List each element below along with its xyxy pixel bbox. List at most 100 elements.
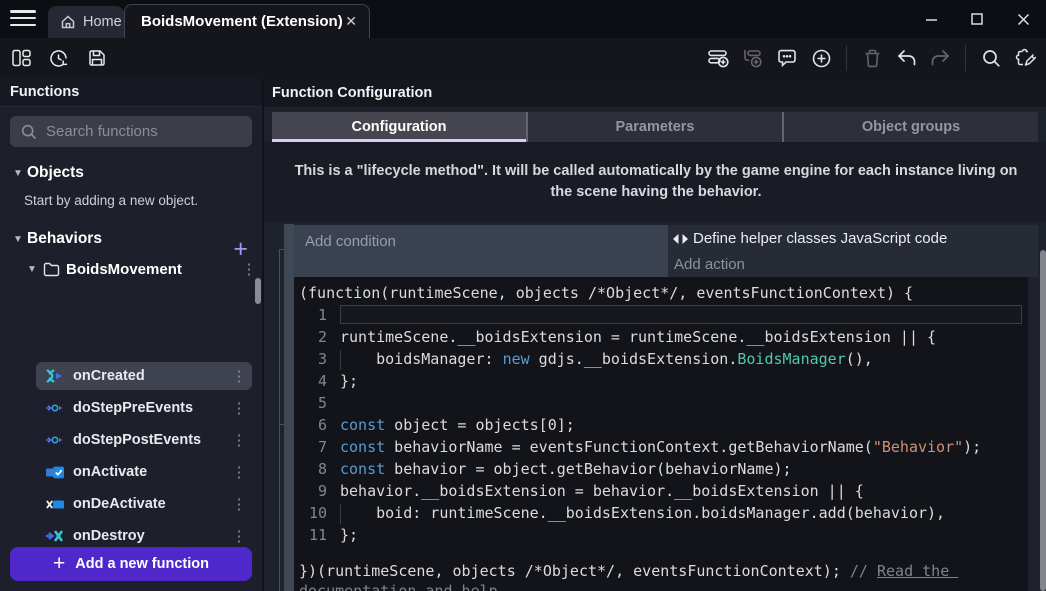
kebab-menu-icon[interactable]: ⋮ [226,367,252,385]
function-item-label: onDeActivate [73,496,226,512]
code-line-1[interactable]: 1 [294,304,1028,326]
undo-icon[interactable] [893,45,919,71]
config-tabs: ConfigurationParametersObject groups [272,112,1038,142]
line-number: 4 [294,370,340,392]
line-number: 8 [294,458,340,480]
code-line-11[interactable]: 11}; [294,524,1028,546]
code-line-6[interactable]: 6const object = objects[0]; [294,414,1028,436]
function-item-onCreated[interactable]: onCreated⋮ [36,362,252,390]
function-item-onDeActivate[interactable]: onDeActivate⋮ [36,490,252,518]
tab-object-groups[interactable]: Object groups [784,112,1038,142]
line-number: 11 [294,524,340,546]
behavior-group-boidsmovement[interactable]: ▼ BoidsMovement ⋮ [0,255,262,283]
panel-header-label: Function Configuration [272,85,432,101]
edit-extension-icon[interactable] [1012,45,1038,71]
function-item-MoveToPosition[interactable]: MoveToPosition⋮ [36,586,252,591]
kebab-menu-icon[interactable]: ⋮ [226,527,252,545]
function-item-doStepPostEvents[interactable]: doStepPostEvents⋮ [36,426,252,454]
js-code-editor[interactable]: (function(runtimeScene, objects /*Object… [294,277,1028,591]
activate-function-icon [46,464,64,480]
window-close-button[interactable] [1000,0,1046,38]
tab-extension[interactable]: BoidsMovement (Extension) ✕ [124,4,370,38]
destroy-function-icon [46,528,64,544]
kebab-menu-icon[interactable]: ⋮ [236,260,262,278]
app-window: Home BoidsMovement (Extension) ✕ [0,0,1046,591]
add-condition-area[interactable]: Add condition [294,225,668,277]
add-condition-label: Add condition [305,233,668,250]
code-line-7[interactable]: 7const behaviorName = eventsFunctionCont… [294,436,1028,458]
search-functions-input[interactable]: Search functions [10,116,252,147]
js-code-event-header[interactable]: Define helper classes JavaScript code [672,230,947,247]
function-item-onDestroy[interactable]: onDestroy⋮ [36,522,252,550]
function-item-doStepPreEvents[interactable]: doStepPreEvents⋮ [36,394,252,422]
window-minimize-button[interactable] [908,0,954,38]
redo-icon[interactable] [927,45,953,71]
kebab-menu-icon[interactable]: ⋮ [226,463,252,481]
line-number: 1 [294,304,340,326]
home-icon [60,14,76,30]
delete-icon[interactable] [859,45,885,71]
code-line-10[interactable]: 10 boid: runtimeScene.__boidsExtension.b… [294,502,1028,524]
window-controls [908,0,1046,38]
created-function-icon [46,368,64,384]
line-number: 2 [294,326,340,348]
code-lines: 12runtimeScene.__boidsExtension = runtim… [294,304,1028,546]
events-sheet: Add condition Define helper classes Java… [264,222,1046,591]
events-scrollbar[interactable] [1040,250,1046,591]
folder-icon [43,262,60,277]
add-comment-icon[interactable] [774,45,800,71]
kebab-menu-icon[interactable]: ⋮ [226,399,252,417]
code-line-8[interactable]: 8const behavior = object.getBehavior(beh… [294,458,1028,480]
behaviors-title: Behaviors [27,230,102,248]
sidebar-header-label: Functions [10,84,79,100]
add-new-function-button[interactable]: + Add a new function [10,547,252,581]
js-code-event-header-label: Define helper classes JavaScript code [693,230,947,247]
add-action-label[interactable]: Add action [674,256,745,273]
panels-layout-icon[interactable] [8,45,34,71]
actions-column: Define helper classes JavaScript code Ad… [668,225,1038,277]
add-subevent-icon[interactable] [740,45,766,71]
line-number: 10 [294,502,340,524]
history-icon[interactable] [46,45,72,71]
tab-extension-label: BoidsMovement (Extension) [141,13,343,30]
chevron-down-icon: ▼ [13,168,25,179]
tab-parameters[interactable]: Parameters [528,112,784,142]
tab-home[interactable]: Home [48,6,124,38]
main-menu-icon[interactable] [10,10,36,28]
behaviors-section-header[interactable]: ▼ Behaviors + [0,224,262,254]
add-new-function-label: Add a new function [75,556,209,572]
tab-home-label: Home [83,14,122,30]
event-drag-handle[interactable] [284,224,294,591]
panel-header: Function Configuration [264,78,1046,107]
sidebar-scrollbar[interactable] [255,278,261,304]
kebab-menu-icon[interactable]: ⋮ [226,495,252,513]
code-wrapper-header: (function(runtimeScene, objects /*Object… [294,277,1028,304]
tab-close-icon[interactable]: ✕ [345,13,357,30]
lifecycle-description: This is a "lifecycle method". It will be… [264,142,1046,222]
behavior-group-label: BoidsMovement [66,261,236,278]
code-line-9[interactable]: 9behavior.__boidsExtension = behavior.__… [294,480,1028,502]
search-placeholder: Search functions [46,123,158,140]
function-item-label: onCreated [73,368,226,384]
deactivate-function-icon [46,496,64,512]
add-event-icon[interactable] [706,45,732,71]
code-line-2[interactable]: 2runtimeScene.__boidsExtension = runtime… [294,326,1028,348]
add-element-icon[interactable] [808,45,834,71]
function-item-label: onDestroy [73,528,226,544]
window-maximize-button[interactable] [954,0,1000,38]
code-line-5[interactable]: 5 [294,392,1028,414]
line-number: 6 [294,414,340,436]
code-line-4[interactable]: 4}; [294,370,1028,392]
save-icon[interactable] [84,45,110,71]
functions-sidebar: Functions Search functions ▼ Objects + S… [0,78,262,591]
titlebar: Home BoidsMovement (Extension) ✕ [0,0,1046,38]
code-line-3[interactable]: 3 boidsManager: new gdjs.__boidsExtensio… [294,348,1028,370]
search-icon [21,124,37,140]
objects-hint: Start by adding a new object. [24,193,198,208]
line-number: 5 [294,392,340,414]
kebab-menu-icon[interactable]: ⋮ [226,431,252,449]
objects-section-header[interactable]: ▼ Objects + [0,158,262,188]
search-icon[interactable] [978,45,1004,71]
function-item-onActivate[interactable]: onActivate⋮ [36,458,252,486]
tab-configuration[interactable]: Configuration [272,112,528,142]
